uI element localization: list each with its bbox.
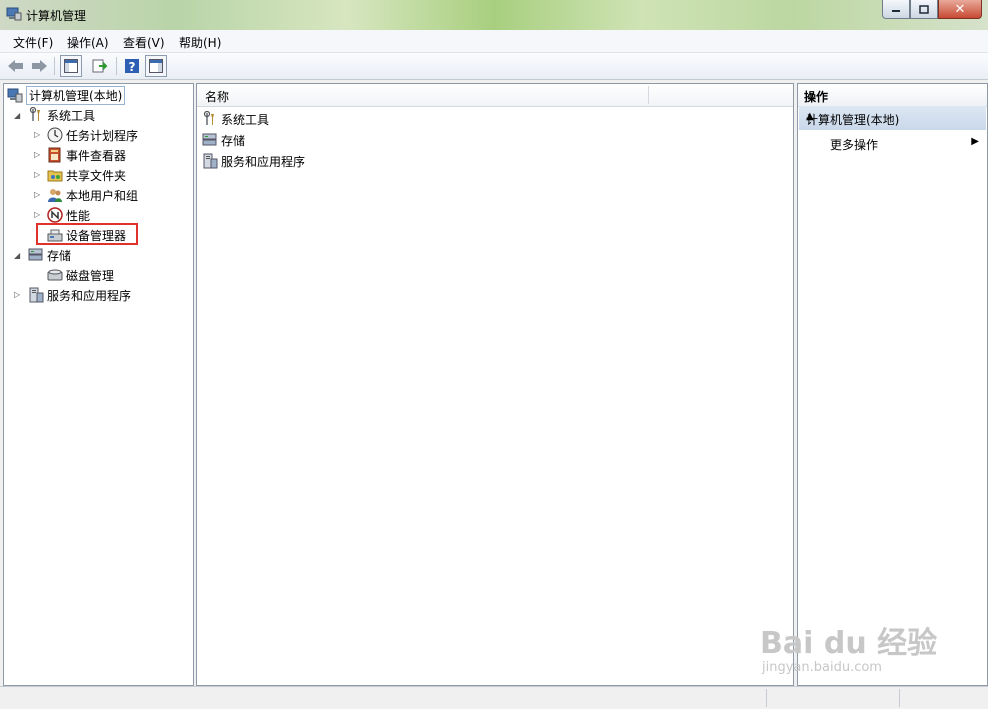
menu-file[interactable]: 文件(F) [13, 34, 53, 51]
svg-text:?: ? [129, 60, 136, 74]
list-item-label: 存储 [221, 133, 246, 148]
list-item[interactable]: 存储 [202, 131, 245, 149]
storage-icon [28, 248, 43, 261]
toolbar: ? [0, 53, 988, 80]
toolbar-separator [54, 57, 55, 75]
services-icon [29, 287, 44, 303]
shared-folder-icon [47, 170, 63, 182]
tree-item-performance[interactable]: 性能 [47, 206, 90, 224]
expand-arrow-icon[interactable]: ▷ [34, 190, 40, 199]
tools-icon [29, 107, 40, 121]
tree-item-label: 事件查看器 [66, 148, 127, 163]
collapse-arrow-icon[interactable]: ◢ [14, 111, 20, 120]
status-separator [766, 689, 767, 707]
show-hide-action-pane-button[interactable] [145, 55, 167, 77]
menu-bar: 文件(F) 操作(A) 查看(V) 帮助(H) [0, 30, 988, 53]
menu-action[interactable]: 操作(A) [67, 34, 109, 51]
tree-item-services-apps[interactable]: 服务和应用程序 [28, 286, 131, 304]
column-divider[interactable] [648, 86, 649, 104]
action-pane-icon [149, 59, 163, 73]
storage-icon [202, 133, 217, 146]
tree-item-label: 存储 [47, 248, 72, 263]
list-item-label: 系统工具 [221, 112, 270, 127]
more-actions-item[interactable]: 更多操作 [830, 136, 878, 153]
expand-arrow-icon[interactable]: ▷ [34, 150, 40, 159]
status-separator [899, 689, 900, 707]
collapse-up-icon[interactable]: ▲ [806, 111, 980, 122]
results-pane[interactable]: 名称 系统工具 存储 服务和应用程序 [196, 83, 794, 686]
expand-arrow-icon[interactable]: ▷ [14, 290, 20, 299]
collapse-arrow-icon[interactable]: ◢ [14, 251, 20, 260]
highlight-annotation [36, 223, 138, 245]
watermark-brand: Bai du 经验 [760, 626, 938, 661]
clock-icon [47, 127, 63, 143]
submenu-arrow-icon[interactable]: ▶ [971, 136, 979, 147]
actions-header: 操作 [798, 84, 987, 107]
tree-item-local-users[interactable]: 本地用户和组 [47, 186, 138, 204]
minimize-icon [892, 10, 900, 12]
list-item[interactable]: 服务和应用程序 [202, 152, 305, 170]
performance-icon [47, 207, 63, 223]
tree-item-label: 服务和应用程序 [47, 288, 132, 303]
tree-item-label: 计算机管理(本地) [26, 85, 126, 105]
tree-item-shared-folders[interactable]: 共享文件夹 [47, 166, 126, 184]
actions-group[interactable]: 计算机管理(本地) ▲ [799, 106, 986, 130]
menu-help[interactable]: 帮助(H) [179, 34, 221, 51]
list-item[interactable]: 系统工具 [202, 110, 269, 128]
list-item-label: 服务和应用程序 [221, 154, 306, 169]
actions-pane: 操作 计算机管理(本地) ▲ 更多操作 ▶ [797, 83, 988, 686]
console-tree-icon [64, 59, 78, 73]
tree-item-label: 性能 [66, 208, 91, 223]
window-title: 计算机管理 [26, 9, 87, 23]
close-button[interactable]: ✕ [938, 0, 982, 19]
tree-item-system-tools[interactable]: 系统工具 [28, 106, 95, 124]
disk-icon [47, 269, 63, 281]
show-hide-tree-button[interactable] [60, 55, 82, 77]
baidu-watermark: Bai du 经验 jingyan.baidu.com [760, 618, 937, 675]
tree-item-storage[interactable]: 存储 [28, 246, 71, 264]
tools-icon [203, 111, 214, 125]
expand-arrow-icon[interactable]: ▷ [34, 210, 40, 219]
forward-arrow-icon [32, 60, 47, 72]
computer-management-icon [7, 88, 23, 103]
tree-item-label: 本地用户和组 [66, 188, 139, 203]
users-icon [48, 189, 62, 202]
help-icon: ? [125, 59, 139, 74]
tree-item-label: 任务计划程序 [66, 128, 139, 143]
tree-item-disk-management[interactable]: 磁盘管理 [47, 266, 114, 284]
services-icon [203, 153, 218, 169]
back-button[interactable] [6, 56, 26, 76]
watermark-url: jingyan.baidu.com [762, 660, 882, 675]
forward-button[interactable] [29, 56, 49, 76]
maximize-button[interactable] [910, 0, 938, 19]
computer-management-icon [6, 7, 22, 21]
title-bar[interactable]: 计算机管理 ✕ [0, 0, 988, 30]
menu-view[interactable]: 查看(V) [123, 34, 165, 51]
console-tree-pane[interactable]: 计算机管理(本地) ◢ 系统工具 ▷ 任务计划程序 ▷ 事件查看器 ▷ 共享文件… [3, 83, 194, 686]
maximize-icon [919, 4, 929, 14]
column-name-header[interactable]: 名称 [205, 88, 229, 105]
expand-arrow-icon[interactable]: ▷ [34, 130, 40, 139]
column-header[interactable]: 名称 [197, 84, 793, 107]
expand-arrow-icon[interactable]: ▷ [34, 170, 40, 179]
toolbar-separator [116, 57, 117, 75]
tree-item-label: 共享文件夹 [66, 168, 127, 183]
tree-item-event-viewer[interactable]: 事件查看器 [47, 146, 126, 164]
tree-item-label: 磁盘管理 [66, 268, 115, 283]
tree-item-label: 系统工具 [47, 108, 96, 123]
event-log-icon [48, 147, 61, 163]
computer-management-window: 计算机管理 ✕ 文件(F) 操作(A) 查看(V) 帮助(H) ? 计算机管理(… [0, 0, 988, 709]
export-list-icon [92, 59, 108, 73]
tree-item-root[interactable]: 计算机管理(本地) [7, 85, 126, 105]
close-icon: ✕ [954, 1, 966, 17]
help-button[interactable]: ? [122, 56, 142, 76]
actions-header-label: 操作 [804, 90, 829, 104]
status-bar [0, 686, 988, 709]
back-arrow-icon [8, 60, 23, 72]
tree-item-task-scheduler[interactable]: 任务计划程序 [47, 126, 138, 144]
minimize-button[interactable] [882, 0, 910, 19]
export-list-button[interactable] [90, 56, 110, 76]
